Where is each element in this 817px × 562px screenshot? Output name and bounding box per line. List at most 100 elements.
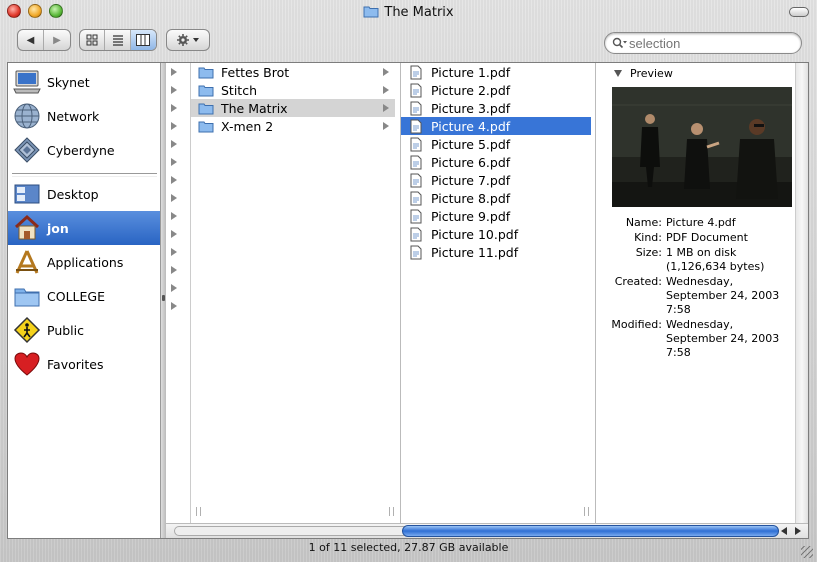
pdf-file-icon <box>407 172 425 188</box>
file-label: Picture 11.pdf <box>431 244 519 260</box>
column-resize-handle[interactable]: || <box>195 507 203 517</box>
file-label: Picture 10.pdf <box>431 226 519 242</box>
back-button[interactable]: ◀ <box>18 30 44 50</box>
folder-row-x-men-2[interactable]: X-men 2 <box>191 117 395 135</box>
window-title-text: The Matrix <box>384 5 454 20</box>
sidebar-item-label: Public <box>47 322 84 338</box>
sidebar-item-college[interactable]: COLLEGE <box>8 279 160 313</box>
network-globe-icon <box>12 101 42 131</box>
pdf-file-icon <box>407 190 425 206</box>
column-view-button[interactable] <box>130 30 156 50</box>
gear-icon <box>177 34 199 46</box>
file-row[interactable]: Picture 5.pdf <box>401 135 592 153</box>
folder-row-the-matrix[interactable]: The Matrix <box>191 99 395 117</box>
file-label: Picture 3.pdf <box>431 100 511 116</box>
sidebar-item-applications[interactable]: Applications <box>8 245 160 279</box>
search-field[interactable] <box>604 32 802 54</box>
pdf-file-icon <box>407 64 425 80</box>
sidebar-item-label: Skynet <box>47 74 90 90</box>
window-title: The Matrix <box>0 4 817 22</box>
folder-icon <box>197 64 215 80</box>
desktop-icon <box>12 179 42 209</box>
parent-column[interactable] <box>166 63 191 523</box>
preview-disclosure[interactable]: Preview <box>614 67 673 80</box>
pdf-file-icon <box>407 82 425 98</box>
folder-label: X-men 2 <box>221 118 274 134</box>
home-icon <box>12 213 42 243</box>
icon-view-button[interactable] <box>80 30 106 50</box>
sidebar-item-cyberdyne[interactable]: Cyberdyne <box>8 133 160 167</box>
file-label: Picture 1.pdf <box>431 64 511 80</box>
folders-column: Fettes Brot Stitch The Matrix X-men 2 ||… <box>191 63 401 523</box>
info-row-created: Created: Wednesday, September 24, 2003 7:… <box>614 275 780 316</box>
list-icon <box>112 35 123 46</box>
file-label: Picture 9.pdf <box>431 208 511 224</box>
browser-content: Skynet Network Cyberdyne Desktop jon App… <box>7 62 809 539</box>
file-row[interactable]: Picture 10.pdf <box>401 225 592 243</box>
pdf-file-icon <box>407 244 425 260</box>
pdf-file-icon <box>407 118 425 134</box>
scroll-left-button[interactable] <box>781 527 787 535</box>
sidebar: Skynet Network Cyberdyne Desktop jon App… <box>8 63 161 538</box>
vertical-scrollbar[interactable] <box>795 63 808 523</box>
file-label: Picture 2.pdf <box>431 82 511 98</box>
public-sign-icon <box>12 315 42 345</box>
sidebar-item-jon[interactable]: jon <box>8 211 160 245</box>
title-bar[interactable]: The Matrix <box>0 0 817 24</box>
file-label: Picture 8.pdf <box>431 190 511 206</box>
columns-icon <box>136 34 151 46</box>
file-row[interactable]: Picture 9.pdf <box>401 207 592 225</box>
computer-icon <box>12 67 42 97</box>
pdf-file-icon <box>407 136 425 152</box>
folder-label: Fettes Brot <box>221 64 290 80</box>
folder-row-fettes-brot[interactable]: Fettes Brot <box>191 63 395 81</box>
folder-icon <box>197 82 215 98</box>
scroll-right-button[interactable] <box>795 527 801 535</box>
sidebar-item-label: COLLEGE <box>47 288 105 304</box>
file-row[interactable]: Picture 1.pdf <box>401 63 592 81</box>
file-row[interactable]: Picture 6.pdf <box>401 153 592 171</box>
action-gear <box>167 30 209 50</box>
disclosure-arrow-icon <box>383 68 389 76</box>
file-label: Picture 5.pdf <box>431 136 511 152</box>
status-bar: 1 of 11 selected, 27.87 GB available <box>0 540 817 562</box>
grid-icon <box>86 34 98 46</box>
sidebar-item-label: Applications <box>47 254 124 270</box>
column-resize-handle[interactable]: || <box>388 507 396 517</box>
file-row[interactable]: Picture 8.pdf <box>401 189 592 207</box>
action-menu-button[interactable] <box>166 29 210 51</box>
scroll-thumb[interactable] <box>402 525 779 537</box>
sidebar-item-desktop[interactable]: Desktop <box>8 177 160 211</box>
heart-icon <box>12 349 42 379</box>
folder-row-stitch[interactable]: Stitch <box>191 81 395 99</box>
search-icon <box>612 37 627 49</box>
sidebar-item-network[interactable]: Network <box>8 99 160 133</box>
disclosure-arrow-icon <box>383 104 389 112</box>
file-row[interactable]: Picture 2.pdf <box>401 81 592 99</box>
file-row[interactable]: Picture 11.pdf <box>401 243 592 261</box>
search-input[interactable] <box>629 35 794 51</box>
folder-icon <box>12 281 42 311</box>
file-info: Name: Picture 4.pdf Kind: PDF Document Siz… <box>596 216 796 360</box>
pdf-file-icon <box>407 226 425 242</box>
forward-button[interactable]: ▶ <box>44 30 70 50</box>
folder-icon <box>197 100 215 116</box>
toolbar-toggle-button[interactable] <box>789 7 809 17</box>
folder-label: Stitch <box>221 82 258 98</box>
back-forward-group: ◀ ▶ <box>17 29 71 51</box>
folder-label: The Matrix <box>221 100 288 116</box>
sidebar-item-favorites[interactable]: Favorites <box>8 347 160 381</box>
list-view-button[interactable] <box>105 30 131 50</box>
horizontal-scrollbar[interactable] <box>166 523 808 538</box>
sidebar-item-label: Favorites <box>47 356 104 372</box>
disclosure-triangle-icon <box>614 70 622 77</box>
column-resize-handle[interactable]: || <box>583 507 591 517</box>
resize-grip-icon[interactable] <box>801 546 813 558</box>
sidebar-item-skynet[interactable]: Skynet <box>8 65 160 99</box>
sidebar-item-public[interactable]: Public <box>8 313 160 347</box>
file-row[interactable]: Picture 3.pdf <box>401 99 592 117</box>
file-row-selected[interactable]: Picture 4.pdf <box>401 117 591 135</box>
info-row-modified: Modified: Wednesday, September 24, 2003 7… <box>611 318 780 359</box>
file-row[interactable]: Picture 7.pdf <box>401 171 592 189</box>
preview-column: Preview Name: Picture 4.pdf Kind: PDF Do… <box>596 63 808 523</box>
